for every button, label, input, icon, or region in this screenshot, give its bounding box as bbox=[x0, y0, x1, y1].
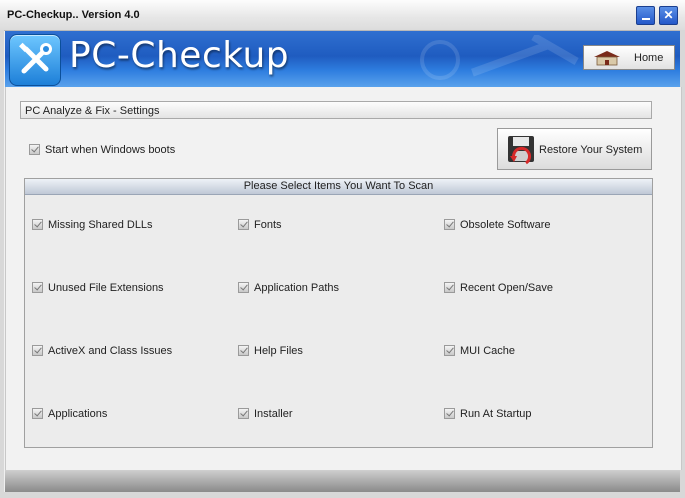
scan-item-installer[interactable]: Installer bbox=[238, 407, 293, 420]
checkbox-checked-icon bbox=[32, 407, 43, 419]
app-logo bbox=[9, 34, 61, 86]
checkbox-checked-icon bbox=[32, 281, 43, 293]
floppy-restore-icon bbox=[508, 136, 534, 165]
close-button[interactable]: ✕ bbox=[659, 6, 678, 25]
scan-item-label: Obsolete Software bbox=[460, 219, 551, 231]
tools-watermark-icon bbox=[420, 35, 579, 80]
house-icon bbox=[594, 51, 620, 66]
window-titlebar: PC-Checkup.. Version 4.0 ✕ bbox=[0, 0, 685, 31]
scan-item-help-files[interactable]: Help Files bbox=[238, 344, 303, 357]
checkbox-checked-icon bbox=[32, 218, 43, 230]
scan-item-unused-file-extensions[interactable]: Unused File Extensions bbox=[32, 281, 164, 294]
home-button-label: Home bbox=[634, 52, 664, 64]
scan-item-mui-cache[interactable]: MUI Cache bbox=[444, 344, 516, 357]
scan-item-label: Application Paths bbox=[254, 282, 339, 294]
scan-item-label: Applications bbox=[48, 408, 108, 420]
checkbox-checked-icon bbox=[444, 281, 455, 293]
app-header: PC-Checkup Home bbox=[5, 31, 680, 87]
scan-item-label: Help Files bbox=[254, 345, 303, 357]
scan-item-label: ActiveX and Class Issues bbox=[48, 345, 173, 357]
scan-item-missing-shared-dlls[interactable]: Missing Shared DLLs bbox=[32, 218, 153, 231]
checkbox-checked-icon bbox=[238, 344, 249, 356]
scan-item-label: Recent Open/Save bbox=[460, 282, 553, 294]
scan-item-label: Unused File Extensions bbox=[48, 282, 164, 294]
restore-system-label: Restore Your System bbox=[539, 144, 643, 156]
scan-item-label: MUI Cache bbox=[460, 345, 516, 357]
checkbox-checked-icon bbox=[238, 407, 249, 419]
restore-system-button[interactable]: Restore Your System bbox=[497, 128, 652, 170]
status-bar bbox=[5, 470, 680, 492]
start-on-boot-checkbox[interactable]: Start when Windows boots bbox=[29, 143, 176, 156]
scan-item-run-at-startup[interactable]: Run At Startup bbox=[444, 407, 532, 420]
scan-item-recent-open-save[interactable]: Recent Open/Save bbox=[444, 281, 553, 294]
close-icon: ✕ bbox=[663, 8, 674, 22]
scan-item-label: Fonts bbox=[254, 219, 282, 231]
scan-item-activex-class-issues[interactable]: ActiveX and Class Issues bbox=[32, 344, 173, 357]
scan-items-header: Please Select Items You Want To Scan bbox=[25, 179, 652, 195]
checkbox-checked-icon bbox=[29, 143, 40, 155]
checkbox-checked-icon bbox=[444, 344, 455, 356]
checkbox-checked-icon bbox=[32, 344, 43, 356]
checkbox-checked-icon bbox=[444, 218, 455, 230]
minimize-button[interactable] bbox=[636, 6, 655, 25]
scan-item-label: Missing Shared DLLs bbox=[48, 219, 153, 231]
scan-item-obsolete-software[interactable]: Obsolete Software bbox=[444, 218, 551, 231]
settings-section-title: PC Analyze & Fix - Settings bbox=[25, 105, 160, 117]
settings-section-header: PC Analyze & Fix - Settings bbox=[20, 101, 652, 119]
checkbox-checked-icon bbox=[238, 281, 249, 293]
start-on-boot-label: Start when Windows boots bbox=[45, 144, 176, 156]
home-button[interactable]: Home bbox=[583, 45, 675, 70]
scan-item-label: Installer bbox=[254, 408, 293, 420]
minimize-icon bbox=[641, 18, 650, 20]
scan-item-fonts[interactable]: Fonts bbox=[238, 218, 282, 231]
app-name: PC-Checkup bbox=[69, 35, 290, 76]
scan-item-label: Run At Startup bbox=[460, 408, 532, 420]
wrench-screwdriver-icon bbox=[19, 42, 52, 74]
checkbox-checked-icon bbox=[444, 407, 455, 419]
scan-item-application-paths[interactable]: Application Paths bbox=[238, 281, 339, 294]
window-title: PC-Checkup.. Version 4.0 bbox=[7, 9, 140, 21]
scan-item-applications[interactable]: Applications bbox=[32, 407, 108, 420]
checkbox-checked-icon bbox=[238, 218, 249, 230]
